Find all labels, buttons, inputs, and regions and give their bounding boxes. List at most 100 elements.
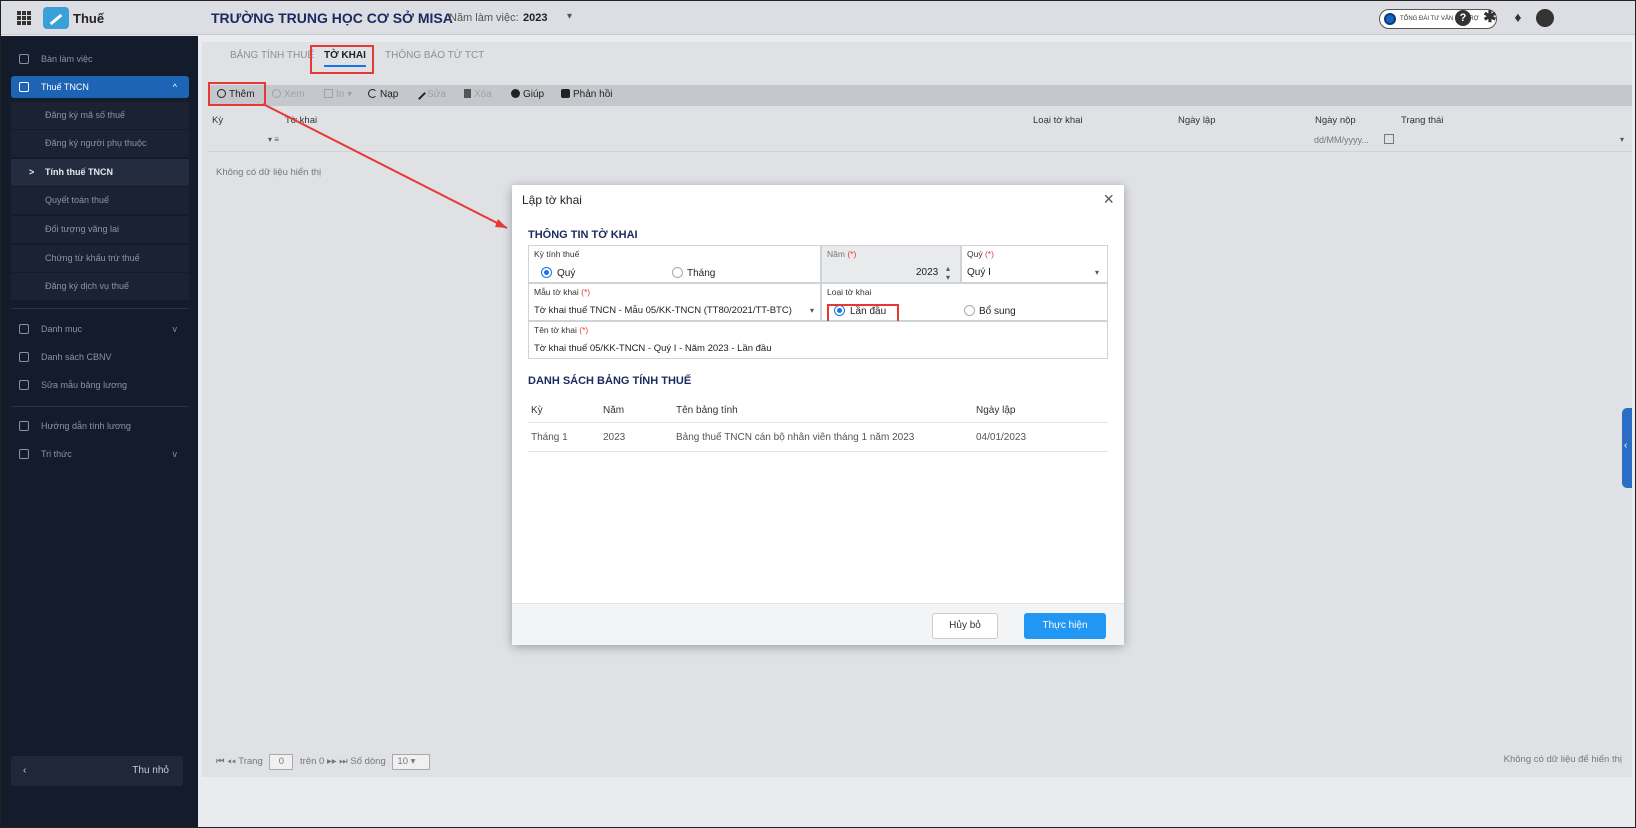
last-page-icon[interactable]: ⏭ bbox=[339, 756, 348, 767]
period-month-label: Tháng bbox=[687, 268, 716, 279]
sidebar-item-label: Danh sách CBNV bbox=[41, 352, 112, 362]
row-period: Tháng 1 bbox=[531, 432, 568, 443]
column-header-submit-date[interactable]: Ngày nộp bbox=[1315, 115, 1356, 126]
sidebar-divider bbox=[11, 406, 189, 407]
school-name: TRƯỜNG TRUNG HỌC CƠ SỞ MISA bbox=[211, 10, 453, 26]
side-panel-toggle[interactable] bbox=[1622, 408, 1632, 488]
app-name: Thuế bbox=[73, 11, 105, 26]
sidebar-item-catalog[interactable]: Danh mục v bbox=[11, 318, 189, 340]
declaration-name-label: Tên tờ khai (*) bbox=[534, 325, 588, 335]
calendar-icon[interactable] bbox=[1384, 134, 1394, 144]
declaration-name-field[interactable]: Tên tờ khai (*) Tờ khai thuế 05/KK-TNCN … bbox=[528, 321, 1108, 359]
sidebar: Bàn làm việc Thuế TNCN ^ Đăng ký mã số t… bbox=[1, 36, 198, 827]
feedback-icon bbox=[561, 89, 570, 98]
list-divider bbox=[528, 451, 1108, 452]
status-filter-dropdown-icon[interactable]: ▾ bbox=[1620, 135, 1624, 144]
sidebar-sub-tax-finalization[interactable]: Quyết toán thuế bbox=[11, 187, 189, 214]
year-field[interactable]: Năm (*) 2023 ▴ ▾ bbox=[821, 245, 961, 283]
cancel-button[interactable]: Hủy bỏ bbox=[932, 613, 998, 639]
working-year-dropdown-icon[interactable]: ▾ bbox=[567, 11, 572, 22]
prev-page-icon[interactable]: ◂◂ bbox=[227, 756, 236, 767]
page-number-input[interactable]: 0 bbox=[269, 754, 294, 770]
period-filter-dropdown-icon[interactable]: ▾ ≡ bbox=[268, 135, 279, 144]
working-year-value[interactable]: 2023 bbox=[523, 12, 547, 24]
column-header-declaration-type[interactable]: Loại tờ khai bbox=[1033, 115, 1083, 126]
row-sheet-name: Bảng thuế TNCN cán bộ nhân viên tháng 1 … bbox=[676, 432, 915, 443]
period-quarter-radio[interactable] bbox=[541, 267, 552, 278]
sidebar-sub-dependent-registration[interactable]: Đăng ký người phụ thuộc bbox=[11, 130, 189, 157]
quarter-label: Quý (*) bbox=[967, 249, 994, 259]
template-icon bbox=[19, 380, 29, 390]
period-quarter-label: Quý bbox=[557, 268, 576, 279]
period-month-radio[interactable] bbox=[672, 267, 683, 278]
sidebar-item-payroll-guide[interactable]: Hướng dẫn tính lương bbox=[11, 415, 189, 437]
edit-button[interactable]: Sửa bbox=[413, 87, 446, 100]
template-label-text: Mẫu tờ khai bbox=[534, 287, 579, 297]
refresh-icon bbox=[368, 89, 377, 98]
sidebar-item-knowledge[interactable]: Tri thức v bbox=[11, 443, 189, 465]
sidebar-sub-label: Đăng ký dịch vụ thuế bbox=[45, 281, 130, 291]
sidebar-sub-withholding-vouchers[interactable]: Chứng từ khấu trừ thuế bbox=[11, 245, 189, 272]
pager-summary: Không có dữ liệu để hiển thị bbox=[1503, 754, 1622, 765]
sidebar-sub-label: Chứng từ khấu trừ thuế bbox=[45, 253, 140, 263]
submit-date-filter[interactable]: dd/MM/yyyy... bbox=[1314, 135, 1369, 145]
type-extra-radio[interactable] bbox=[964, 305, 975, 316]
quarter-select[interactable]: Quý (*) Quý I ▾ bbox=[961, 245, 1108, 283]
rows-per-page-select[interactable]: 10 ▾ bbox=[392, 754, 431, 770]
top-bar: Thuế TRƯỜNG TRUNG HỌC CƠ SỞ MISA Năm làm… bbox=[1, 1, 1635, 35]
sidebar-item-personal-income-tax[interactable]: Thuế TNCN ^ bbox=[11, 76, 189, 98]
notification-bell-icon[interactable]: ♦ bbox=[1510, 10, 1526, 26]
sidebar-collapse-button[interactable]: ‹ Thu nhỏ bbox=[11, 756, 183, 786]
print-button[interactable]: In ▾ bbox=[324, 89, 352, 100]
edit-label: Sửa bbox=[427, 89, 446, 100]
sidebar-item-label: Sửa mẫu bảng lương bbox=[41, 380, 128, 390]
required-mark: (*) bbox=[984, 249, 994, 259]
view-button[interactable]: Xem bbox=[272, 89, 305, 100]
template-label: Mẫu tờ khai (*) bbox=[534, 287, 590, 297]
sidebar-sub-casual-subjects[interactable]: Đối tượng vãng lai bbox=[11, 216, 189, 243]
view-label: Xem bbox=[284, 89, 305, 100]
reload-button[interactable]: Nạp bbox=[368, 89, 398, 100]
sidebar-item-edit-payroll-template[interactable]: Sửa mẫu bảng lương bbox=[11, 374, 189, 396]
sidebar-sub-calculate-tax[interactable]: Tính thuế TNCN bbox=[11, 159, 189, 186]
knowledge-icon bbox=[19, 449, 29, 459]
feedback-button[interactable]: Phản hồi bbox=[561, 89, 612, 100]
delete-button[interactable]: Xóa bbox=[464, 89, 492, 100]
column-header-declaration[interactable]: Tờ khai bbox=[285, 115, 317, 126]
column-header-status[interactable]: Trạng thái bbox=[1401, 115, 1443, 126]
support-hotline-button[interactable]: TỔNG ĐÀI TƯ VẤN HỖ TRỢ bbox=[1379, 9, 1497, 29]
next-page-icon[interactable]: ▸▸ bbox=[327, 756, 337, 767]
column-header-created-date[interactable]: Ngày lập bbox=[1178, 115, 1216, 126]
settings-gear-icon[interactable]: ✱ bbox=[1482, 10, 1498, 26]
sidebar-item-label: Tri thức bbox=[41, 449, 72, 459]
user-avatar-icon[interactable] bbox=[1536, 9, 1554, 27]
app-window: Thuế TRƯỜNG TRUNG HỌC CƠ SỞ MISA Năm làm… bbox=[0, 0, 1636, 828]
toolbar: Thêm Xem In ▾ Nạp Sửa Xóa Giúp Phản hồi bbox=[208, 85, 1632, 106]
template-select[interactable]: Mẫu tờ khai (*) Tờ khai thuế TNCN - Mẫu … bbox=[528, 283, 821, 321]
list-header-created-date: Ngày lập bbox=[976, 405, 1016, 416]
sidebar-item-label: Bàn làm việc bbox=[41, 54, 93, 64]
close-icon[interactable]: × bbox=[1103, 189, 1114, 210]
sidebar-sub-tax-service-registration[interactable]: Đăng ký dịch vụ thuế bbox=[11, 273, 189, 300]
help-button[interactable]: Giúp bbox=[511, 89, 544, 100]
sidebar-item-workspace[interactable]: Bàn làm việc bbox=[11, 48, 189, 70]
sidebar-sub-tax-code-registration[interactable]: Đăng ký mã số thuế bbox=[11, 102, 189, 129]
column-header-period[interactable]: Kỳ bbox=[212, 115, 223, 126]
tab-tax-sheets[interactable]: BẢNG TÍNH THUẾ bbox=[230, 50, 314, 61]
help-icon[interactable]: ? bbox=[1455, 10, 1471, 26]
delete-label: Xóa bbox=[474, 89, 492, 100]
list-divider bbox=[528, 422, 1108, 423]
type-extra-label: Bổ sung bbox=[979, 306, 1016, 317]
spinner-icon[interactable]: ▴ ▾ bbox=[946, 264, 950, 282]
sidebar-sub-label: Tính thuế TNCN bbox=[45, 167, 113, 177]
sidebar-item-staff-list[interactable]: Danh sách CBNV bbox=[11, 346, 189, 368]
guide-icon bbox=[19, 421, 29, 431]
dialog-title: Lập tờ khai bbox=[522, 193, 582, 207]
tab-tax-notices[interactable]: THÔNG BÁO TỪ TCT bbox=[385, 50, 484, 61]
year-label-text: Năm bbox=[827, 249, 845, 259]
create-declaration-dialog: Lập tờ khai × THÔNG TIN TỜ KHAI Kỳ tính … bbox=[512, 185, 1124, 645]
tax-period-field: Kỳ tính thuế Quý Tháng bbox=[528, 245, 821, 283]
first-page-icon[interactable]: ⏮ bbox=[216, 756, 225, 767]
apps-grid-icon[interactable] bbox=[17, 11, 31, 25]
execute-button[interactable]: Thực hiện bbox=[1024, 613, 1106, 639]
